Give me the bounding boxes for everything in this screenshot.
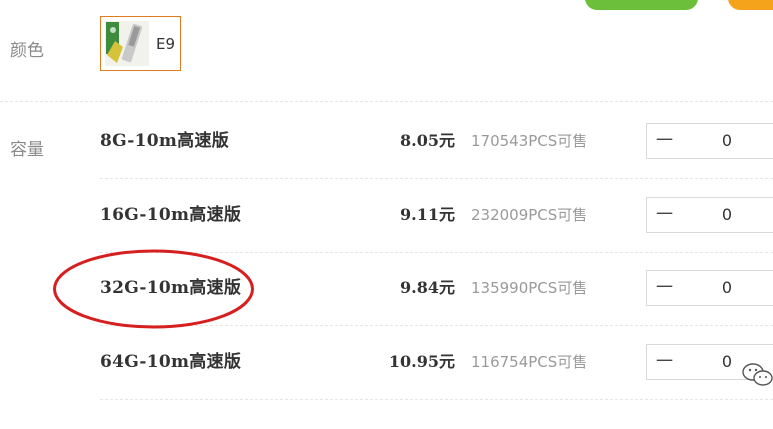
variant-row: 8G-10m高速版 8.05元 170543PCS可售 一: [0, 104, 773, 178]
variant-row-highlighted: 32G-10m高速版 9.84元 135990PCS可售 一: [0, 251, 773, 325]
variant-stock: 170543PCS可售: [471, 132, 588, 150]
top-green-button[interactable]: [585, 0, 698, 10]
quantity-stepper: 一: [646, 197, 773, 233]
variant-row: 64G-10m高速版 10.95元 116754PCS可售 一: [0, 325, 773, 399]
quantity-stepper: 一: [646, 270, 773, 306]
variant-stock: 232009PCS可售: [471, 206, 588, 224]
usb-drive-thumbnail: [105, 21, 149, 66]
variant-price: 8.05元: [400, 131, 455, 150]
wechat-icon: [742, 363, 773, 386]
row-divider: [100, 399, 773, 400]
color-label: 颜色: [10, 41, 44, 61]
color-option-label: E9: [156, 35, 176, 53]
variant-name: 32G-10m高速版: [100, 278, 242, 298]
variant-stock: 116754PCS可售: [471, 353, 588, 371]
quantity-input[interactable]: [687, 124, 767, 158]
quantity-stepper: 一: [646, 123, 773, 159]
variant-stock: 135990PCS可售: [471, 279, 588, 297]
variant-row: 16G-10m高速版 9.11元 232009PCS可售 一: [0, 178, 773, 252]
quantity-input[interactable]: [687, 271, 767, 305]
color-option-e9[interactable]: E9: [100, 16, 181, 71]
decrement-button[interactable]: 一: [656, 124, 673, 158]
quantity-input[interactable]: [687, 198, 767, 232]
variant-name: 16G-10m高速版: [100, 205, 242, 225]
variant-price: 9.11元: [400, 205, 455, 224]
top-orange-button[interactable]: [728, 0, 773, 10]
section-divider: [0, 101, 773, 102]
decrement-button[interactable]: 一: [656, 198, 673, 232]
variant-name: 8G-10m高速版: [100, 131, 230, 151]
variant-price: 9.84元: [400, 278, 455, 297]
variant-price: 10.95元: [388, 352, 455, 371]
decrement-button[interactable]: 一: [656, 271, 673, 305]
decrement-button[interactable]: 一: [656, 345, 673, 379]
variant-name: 64G-10m高速版: [100, 352, 242, 372]
